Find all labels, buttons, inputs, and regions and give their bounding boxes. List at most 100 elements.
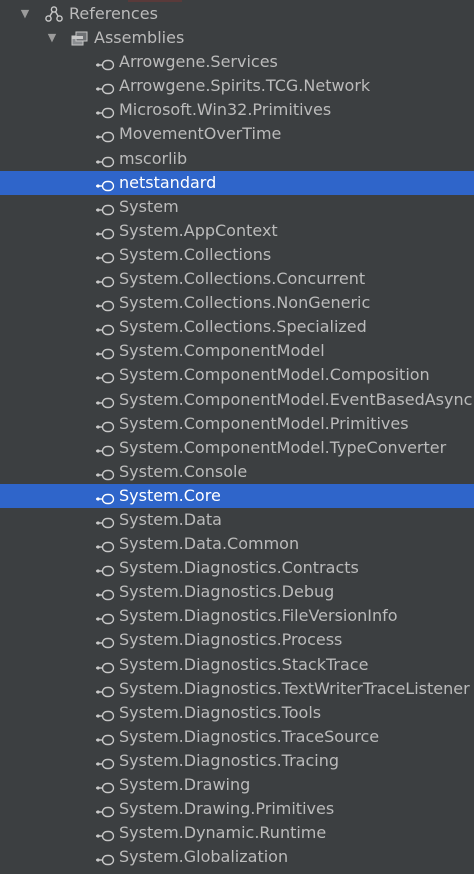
assembly-label: System.Globalization [119, 847, 289, 867]
assembly-label: System.Collections.Concurrent [119, 269, 366, 289]
assembly-item[interactable]: System.Collections.Concurrent [0, 267, 474, 291]
expanded-arrow-icon[interactable]: ▼ [18, 2, 32, 26]
assembly-list: Arrowgene.Services Arrowgene.Spirits.TCG.… [0, 50, 474, 869]
assembly-reference-icon [95, 754, 115, 770]
assembly-reference-icon [95, 609, 115, 625]
assembly-item[interactable]: System.Drawing.Primitives [0, 797, 474, 821]
assembly-reference-icon [95, 465, 115, 480]
assembly-reference-icon [95, 368, 115, 384]
assembly-reference-icon [95, 176, 115, 191]
assembly-label: System.Diagnostics.Tools [119, 702, 322, 722]
assembly-item[interactable]: System.ComponentModel.TypeConverter [0, 436, 474, 460]
assembly-label: System.Data.Common [119, 534, 300, 554]
assembly-item[interactable]: System.ComponentModel.EventBasedAsync [0, 388, 474, 412]
assembly-reference-icon [95, 585, 115, 601]
assembly-reference-icon [95, 802, 115, 818]
assembly-reference-icon [95, 248, 115, 264]
assembly-label: Microsoft.Win32.Primitives [119, 100, 332, 120]
assembly-item[interactable]: System.Diagnostics.FileVersionInfo [0, 604, 474, 628]
assembly-reference-icon [95, 79, 115, 95]
assembly-reference-icon [95, 417, 115, 432]
assembly-label: System.Diagnostics.TextWriterTraceListen… [119, 678, 470, 698]
assembly-item[interactable]: System.Diagnostics.Debug [0, 580, 474, 604]
assembly-reference-icon [95, 826, 115, 842]
assembly-reference-icon [95, 224, 115, 240]
assembly-item[interactable]: Arrowgene.Services [0, 50, 474, 74]
assembly-item[interactable]: System.ComponentModel.Primitives [0, 412, 474, 436]
assembly-item[interactable]: System.Diagnostics.StackTrace [0, 653, 474, 677]
assembly-label: System.Dynamic.Runtime [119, 823, 327, 843]
assembly-item[interactable]: System.Diagnostics.Tracing [0, 749, 474, 773]
assembly-label: System.Diagnostics.TraceSource [119, 726, 380, 746]
assembly-reference-icon [95, 489, 115, 505]
assembly-reference-icon [95, 344, 115, 360]
assembly-item[interactable]: System.Collections [0, 243, 474, 267]
references-icon [45, 6, 63, 22]
assembly-item[interactable]: System.Diagnostics.Process [0, 628, 474, 652]
assembly-reference-icon [95, 778, 115, 794]
assembly-label: System.Console [119, 461, 248, 481]
assembly-label: System.ComponentModel.Primitives [119, 413, 409, 433]
assembly-item[interactable]: System.Dynamic.Runtime [0, 821, 474, 845]
solution-tree[interactable]: ▼ References ▼ Assemblies Arrowgene.Serv… [0, 2, 474, 869]
assembly-item[interactable]: System.Diagnostics.TextWriterTraceListen… [0, 677, 474, 701]
expanded-arrow-icon[interactable]: ▼ [45, 26, 59, 50]
assembly-label: System.Diagnostics.Debug [119, 582, 335, 602]
assembly-label: Arrowgene.Spirits.TCG.Network [119, 76, 371, 96]
assembly-label: System.ComponentModel [119, 341, 325, 361]
assembly-item[interactable]: mscorlib [0, 147, 474, 171]
assembly-reference-icon [95, 55, 115, 71]
assembly-label: System.Collections.NonGeneric [119, 293, 371, 313]
assembly-label: System.Diagnostics.FileVersionInfo [119, 606, 398, 626]
assembly-reference-icon [95, 682, 115, 697]
references-node[interactable]: ▼ References [0, 2, 474, 26]
assembly-item[interactable]: System.Drawing [0, 773, 474, 797]
assembly-label: System.Diagnostics.Process [119, 630, 343, 650]
assembly-item[interactable]: Microsoft.Win32.Primitives [0, 98, 474, 122]
assembly-item[interactable]: System.ComponentModel [0, 339, 474, 363]
assemblies-label: Assemblies [94, 28, 185, 48]
assembly-label: System.Collections [119, 244, 272, 264]
assembly-label: mscorlib [119, 148, 188, 168]
assembly-item[interactable]: System.Console [0, 460, 474, 484]
assembly-reference-icon [95, 103, 115, 119]
assembly-item[interactable]: System.ComponentModel.Composition [0, 363, 474, 387]
assembly-reference-icon [95, 730, 115, 746]
assembly-reference-icon [95, 561, 115, 577]
assembly-reference-icon [95, 200, 115, 215]
assembly-item[interactable]: System.Data.Common [0, 532, 474, 556]
assembly-item[interactable]: System.AppContext [0, 219, 474, 243]
assembly-label: System.ComponentModel.TypeConverter [119, 437, 447, 457]
assembly-item[interactable]: System.Collections.Specialized [0, 315, 474, 339]
assembly-reference-icon [95, 127, 115, 143]
assembly-reference-icon [95, 152, 115, 167]
assemblies-node[interactable]: ▼ Assemblies [0, 26, 474, 50]
assembly-label: System.Drawing [119, 775, 251, 794]
assembly-item[interactable]: System.Globalization [0, 845, 474, 869]
assembly-item[interactable]: System.Data [0, 508, 474, 532]
assembly-label: MovementOverTime [119, 124, 282, 144]
assembly-label: System.Core [119, 485, 221, 505]
assembly-item[interactable]: System.Diagnostics.TraceSource [0, 725, 474, 749]
assembly-item[interactable]: System.Diagnostics.Tools [0, 701, 474, 725]
assembly-label: System [119, 196, 179, 216]
assembly-reference-icon [95, 272, 115, 288]
assembly-label: System.Diagnostics.Contracts [119, 558, 359, 578]
assembly-reference-icon [95, 320, 115, 336]
assembly-item[interactable]: netstandard [0, 170, 474, 195]
references-label: References [69, 4, 158, 23]
assembly-item[interactable]: System [0, 195, 474, 219]
assembly-label: netstandard [119, 172, 217, 192]
assembly-item[interactable]: Arrowgene.Spirits.TCG.Network [0, 74, 474, 98]
assembly-label: System.Collections.Specialized [119, 317, 367, 337]
assembly-item[interactable]: System.Diagnostics.Contracts [0, 556, 474, 580]
assembly-item[interactable]: System.Core [0, 483, 474, 508]
assembly-reference-icon [95, 537, 115, 553]
assembly-reference-icon [95, 658, 115, 673]
assembly-reference-icon [95, 633, 115, 649]
assembly-reference-icon [95, 393, 115, 408]
assemblies-folder-icon [71, 31, 88, 46]
assembly-item[interactable]: MovementOverTime [0, 122, 474, 146]
assembly-item[interactable]: System.Collections.NonGeneric [0, 291, 474, 315]
assembly-reference-icon [95, 441, 115, 456]
